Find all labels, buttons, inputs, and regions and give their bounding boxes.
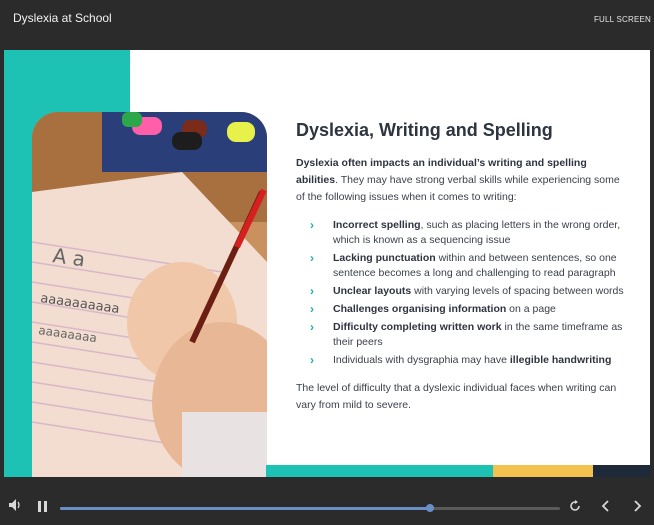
pause-icon[interactable] [38, 501, 48, 513]
fullscreen-button[interactable]: FULL SCREEN [594, 15, 651, 24]
intro-paragraph: Dyslexia often impacts an individual’s w… [296, 155, 626, 206]
volume-icon-svg [9, 499, 20, 511]
course-title: Dyslexia at School [13, 11, 112, 25]
pause-bar-right [44, 501, 47, 512]
chevron-right-icon: › [310, 353, 314, 367]
svg-text:A a: A a [51, 243, 86, 271]
slide-content: Dyslexia, Writing and Spelling Dyslexia … [296, 120, 626, 414]
list-item: › Incorrect spelling, such as placing le… [296, 218, 626, 248]
child-writing-illustration: A a aaaaaaaaaa aaaaaaaa [32, 112, 267, 477]
child-writing-photo: A a aaaaaaaaaa aaaaaaaa [32, 112, 267, 477]
list-item: › Lacking punctuation within and between… [296, 251, 626, 281]
pause-bar-left [38, 501, 41, 512]
slide: A a aaaaaaaaaa aaaaaaaa Dyslexia, Writin… [4, 50, 650, 477]
chevron-right-icon: › [310, 218, 314, 232]
progress-fill [60, 507, 430, 510]
outro-paragraph: The level of difficulty that a dyslexic … [296, 382, 617, 411]
volume-icon[interactable] [9, 499, 22, 511]
bottom-stripe-navy [593, 465, 650, 477]
list-item-bold: Difficulty completing written work [333, 321, 502, 333]
top-bar: Dyslexia at School FULL SCREEN [0, 0, 654, 50]
bottom-stripe-yellow [493, 465, 593, 477]
list-item-text: Individuals with dysgraphia may have [333, 354, 510, 366]
list-item-bold: illegible handwriting [509, 354, 612, 366]
chevron-right-icon[interactable] [633, 499, 642, 516]
progress-thumb[interactable] [426, 504, 434, 512]
chevron-right-icon: › [310, 284, 314, 298]
list-item-text: with varying levels of spacing between w… [411, 285, 624, 297]
list-item: › Individuals with dysgraphia may have i… [296, 353, 626, 368]
chevron-left-icon[interactable] [601, 499, 610, 516]
chevron-right-svg [634, 500, 642, 512]
progress-bar[interactable] [60, 504, 560, 512]
chevron-right-icon: › [310, 320, 314, 334]
list-item-bold: Incorrect spelling [333, 219, 421, 231]
chevron-right-icon: › [310, 302, 314, 316]
list-item-bold: Lacking punctuation [333, 252, 436, 264]
list-item-bold: Challenges organising information [333, 303, 507, 315]
chevron-right-icon: › [310, 251, 314, 265]
replay-icon[interactable] [569, 500, 581, 515]
issues-list: › Incorrect spelling, such as placing le… [296, 218, 626, 368]
list-item-bold: Unclear layouts [333, 285, 412, 297]
player-controls [0, 477, 654, 525]
list-item-text: on a page [506, 303, 556, 315]
bottom-stripe-teal [266, 465, 493, 477]
chevron-left-svg [601, 500, 609, 512]
intro-text: . They may have strong verbal skills whi… [296, 174, 620, 203]
replay-icon-svg [570, 500, 580, 511]
list-item: › Difficulty completing written work in … [296, 320, 626, 350]
list-item: › Unclear layouts with varying levels of… [296, 284, 626, 299]
slide-heading: Dyslexia, Writing and Spelling [296, 120, 553, 140]
list-item: › Challenges organising information on a… [296, 302, 626, 317]
